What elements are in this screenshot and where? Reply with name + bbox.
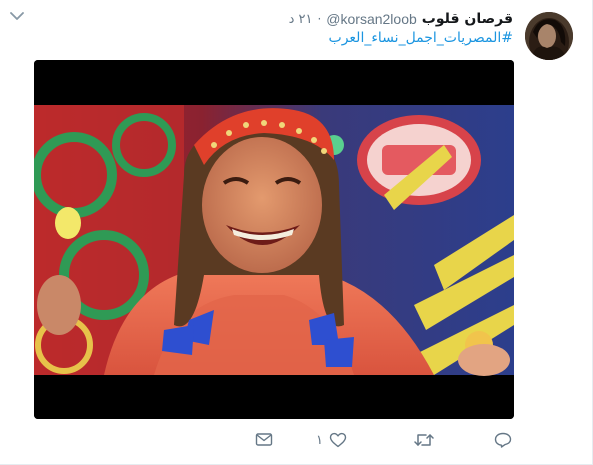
separator: · — [317, 12, 322, 26]
media-image — [34, 60, 514, 419]
avatar[interactable] — [525, 12, 573, 60]
user-handle[interactable]: @korsan2loob — [326, 11, 417, 27]
tweet-header: قرصان قلوب @korsan2loob · ٢١ د — [289, 9, 513, 29]
like-count: ١ — [316, 432, 323, 447]
chevron-down-icon[interactable] — [10, 11, 24, 21]
hashtag-link[interactable]: #المصريات_اجمل_نساء_العرب — [329, 30, 513, 46]
timestamp[interactable]: ٢١ د — [289, 12, 313, 27]
like-button[interactable]: ١ — [316, 432, 347, 448]
reply-button[interactable] — [494, 432, 518, 448]
tweet-media[interactable] — [34, 60, 514, 419]
display-name[interactable]: قرصان قلوب — [422, 11, 513, 27]
mail-icon — [255, 432, 273, 447]
retweet-icon — [414, 432, 434, 448]
tweet-card[interactable]: قرصان قلوب @korsan2loob · ٢١ د #المصريات… — [0, 0, 593, 465]
retweet-button[interactable] — [414, 432, 440, 448]
message-button[interactable] — [255, 432, 273, 447]
heart-icon — [329, 432, 347, 448]
reply-icon — [494, 432, 512, 448]
